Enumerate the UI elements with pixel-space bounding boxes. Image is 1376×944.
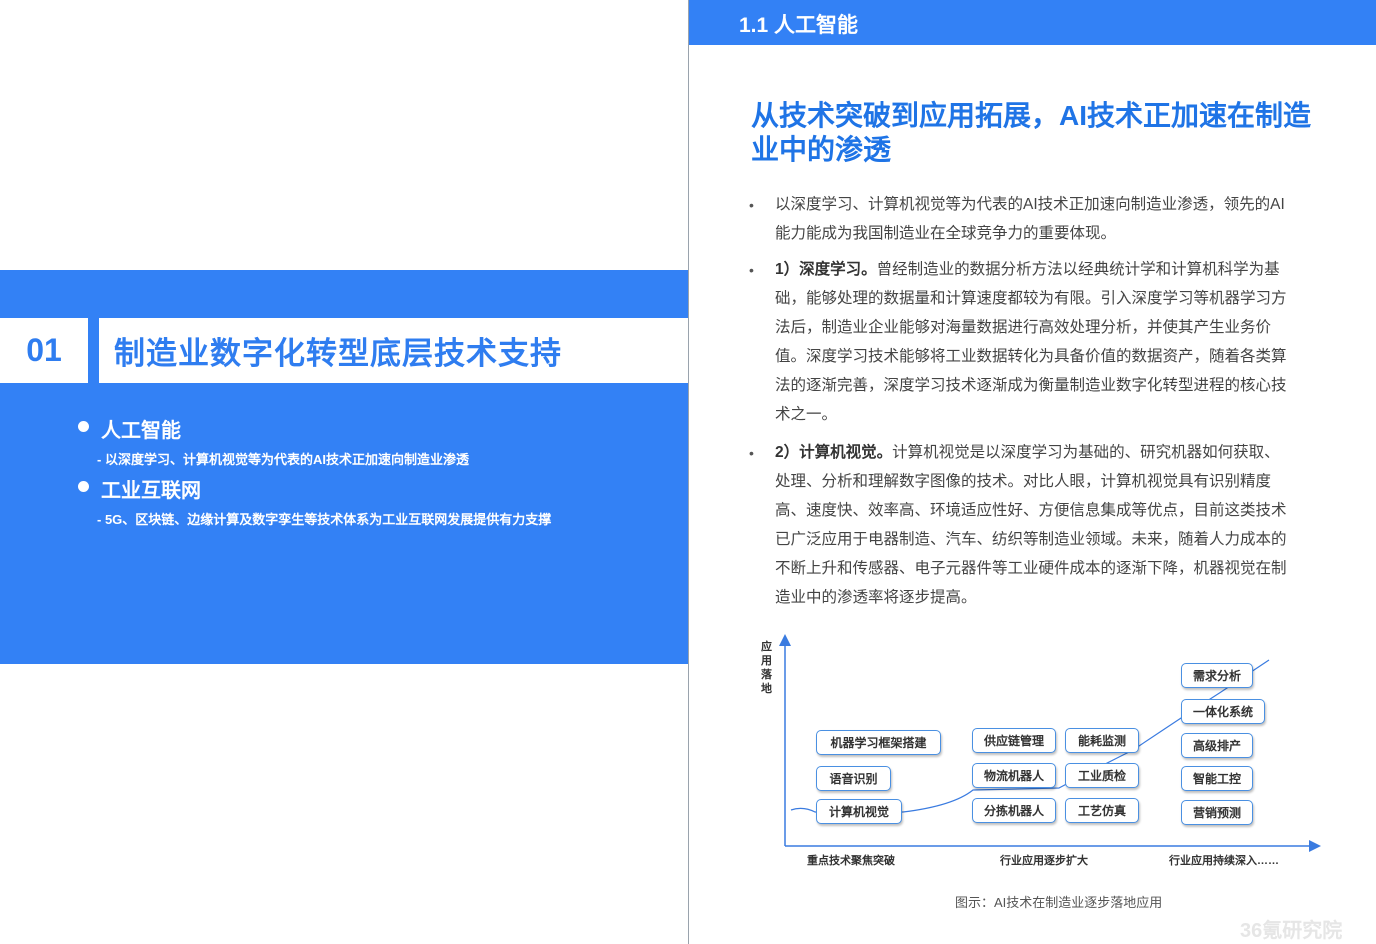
- bullet-dot: •: [749, 262, 754, 278]
- x-stage-label: 行业应用持续深入……: [1169, 855, 1279, 867]
- paragraph-deep-learning: 1）深度学习。曾经制造业的数据分析方法以经典统计学和计算机科学为基 础，能够处理…: [775, 255, 1320, 429]
- text-line: 术之一。: [775, 406, 838, 423]
- bullet-dot: [78, 481, 89, 492]
- figure-caption: 图示：AI技术在制造业逐步落地应用: [955, 895, 1163, 910]
- y-axis-label: 应用落地: [761, 641, 772, 695]
- paragraph-computer-vision: 2）计算机视觉。计算机视觉是以深度学习为基础的、研究机器如何获取、 处理、分析和…: [775, 438, 1320, 612]
- stage3-item: 智能工控: [1181, 766, 1253, 791]
- x-stage-label: 行业应用逐步扩大: [1000, 855, 1088, 867]
- paragraph-lead: 2）计算机视觉。: [775, 444, 893, 461]
- page-title-line: 从技术突破到应用拓展，AI技术正加速在制造: [751, 100, 1312, 131]
- stage2-item: 工业质检: [1065, 763, 1139, 788]
- left-page: 01 制造业数字化转型底层技术支持 人工智能 - 以深度学习、计算机视觉等为代表…: [0, 0, 688, 944]
- stage1-item: 计算机视觉: [816, 799, 902, 824]
- section-separator: [88, 318, 99, 383]
- stage1-item: 语音识别: [816, 766, 891, 791]
- text-span: 计算机视觉是以深度学习为基础的、研究机器如何获取、: [892, 444, 1280, 461]
- text-line: 已广泛应用于电器制造、汽车、纺织等制造业领域。未来，随着人力成本的: [775, 531, 1287, 548]
- page-title: 从技术突破到应用拓展，AI技术正加速在制造 业中的渗透: [751, 99, 1331, 167]
- bullet-dot: [78, 421, 89, 432]
- stage2-item: 能耗监测: [1065, 728, 1139, 753]
- text-span: 曾经制造业的数据分析方法以经典统计学和计算机科学为基: [876, 261, 1280, 278]
- text-line: 造业中的渗透率将逐步提高。: [775, 589, 977, 606]
- header-title: 1.1 人工智能: [739, 13, 859, 37]
- right-page: 1.1 人工智能 从技术突破到应用拓展，AI技术正加速在制造 业中的渗透 • 以…: [689, 0, 1376, 944]
- stage3-item: 营销预测: [1181, 800, 1253, 825]
- stage2-item: 分拣机器人: [972, 798, 1056, 823]
- section-title: 制造业数字化转型底层技术支持: [114, 336, 562, 371]
- paragraph-intro: 以深度学习、计算机视觉等为代表的AI技术正加速向制造业渗透，领先的AI 能力能成…: [775, 190, 1320, 248]
- bullet-sub-iiot: - 5G、区块链、边缘计算及数字孪生等技术体系为工业互联网发展提供有力支撑: [97, 512, 552, 527]
- ai-adoption-diagram: 应用落地 机器学习框架搭建 语音识别 计算机视觉 供应链管理 物流机器人 分拣机…: [753, 630, 1333, 880]
- stage3-item: 高级排产: [1181, 733, 1253, 758]
- text-line: 高、速度快、效率高、环境适应性好、方便信息集成等优点，目前这类技术: [775, 502, 1287, 519]
- bullet-sub-ai: - 以深度学习、计算机视觉等为代表的AI技术正加速向制造业渗透: [97, 452, 469, 467]
- bullet-heading-ai: 人工智能: [101, 420, 181, 442]
- stage2-item: 工艺仿真: [1065, 798, 1139, 823]
- text-line: 础，能够处理的数据量和计算速度都较为有限。引入深度学习等机器学习方: [775, 290, 1287, 307]
- text-line: 处理、分析和理解数字图像的技术。对比人眼，计算机视觉具有识别精度: [775, 473, 1272, 490]
- stage3-item: 一体化系统: [1181, 699, 1265, 724]
- stage3-item: 需求分析: [1181, 663, 1253, 688]
- page-title-line: 业中的渗透: [751, 134, 892, 165]
- text-line: 能力能成为我国制造业在全球竞争力的重要体现。: [775, 225, 1117, 242]
- text-line: 以深度学习、计算机视觉等为代表的AI技术正加速向制造业渗透，领先的AI: [775, 196, 1285, 213]
- stage2-item: 供应链管理: [972, 728, 1056, 753]
- stage2-item: 物流机器人: [972, 763, 1056, 788]
- stage1-item: 机器学习框架搭建: [816, 730, 941, 755]
- bullet-heading-iiot: 工业互联网: [101, 480, 201, 502]
- text-line: 2）计算机视觉。计算机视觉是以深度学习为基础的、研究机器如何获取、: [775, 438, 1320, 467]
- text-line: 法的逐渐完善，深度学习技术逐渐成为衡量制造业数字化转型进程的核心技: [775, 377, 1287, 394]
- text-line: 值。深度学习技术能够将工业数据转化为具备价值的数据资产，随着各类算: [775, 348, 1287, 365]
- bullet-dot: •: [749, 445, 754, 461]
- paragraph-lead: 1）深度学习。: [775, 261, 877, 278]
- watermark-logo: 36氪研究院: [1240, 920, 1343, 942]
- text-line: 不断上升和传感器、电子元器件等工业硬件成本的逐渐下降，机器视觉在制: [775, 560, 1287, 577]
- section-number: 01: [26, 332, 62, 368]
- x-stage-label: 重点技术聚焦突破: [807, 855, 895, 867]
- text-line: 1）深度学习。曾经制造业的数据分析方法以经典统计学和计算机科学为基: [775, 255, 1320, 284]
- bullet-dot: •: [749, 197, 754, 213]
- text-line: 法后，制造业企业能够对海量数据进行高效处理分析，并使其产生业务价: [775, 319, 1272, 336]
